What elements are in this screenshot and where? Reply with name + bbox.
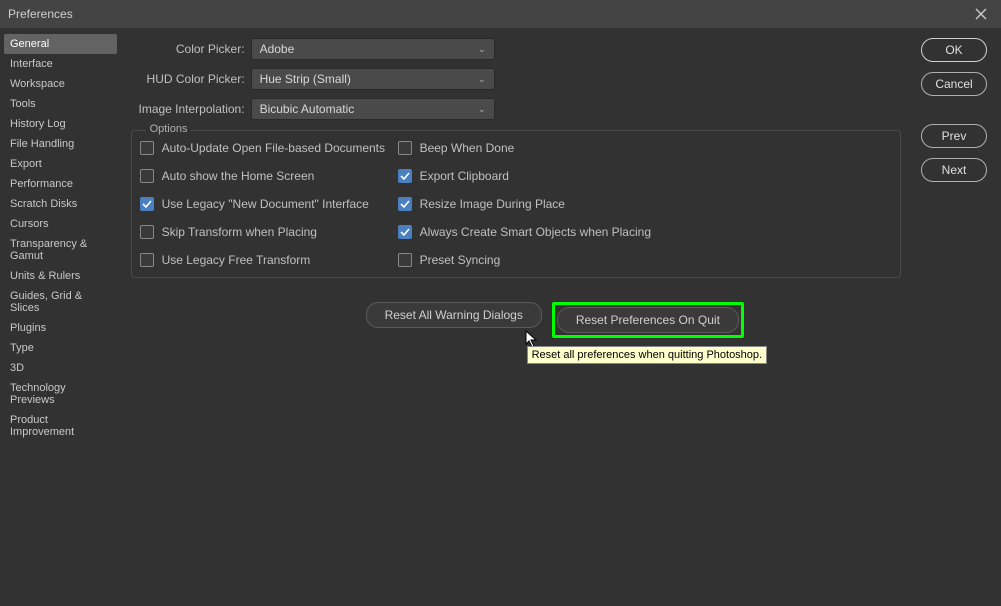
chk-smart-objects-placing[interactable]: [398, 225, 412, 239]
color-picker-label: Color Picker:: [131, 42, 251, 56]
sidebar-item-plugins[interactable]: Plugins: [4, 318, 117, 338]
chk-beep-done-label: Beep When Done: [420, 141, 515, 155]
window-title: Preferences: [8, 7, 73, 21]
chk-legacy-free-transform-label: Use Legacy Free Transform: [162, 253, 311, 267]
chk-smart-objects-placing-label: Always Create Smart Objects when Placing: [420, 225, 651, 239]
reset-prefs-button[interactable]: Reset Preferences On Quit: [557, 307, 739, 333]
sidebar-item-performance[interactable]: Performance: [4, 174, 117, 194]
chk-preset-syncing[interactable]: [398, 253, 412, 267]
chk-legacy-new-doc[interactable]: [140, 197, 154, 211]
close-icon: [975, 8, 987, 20]
sidebar-item-workspace[interactable]: Workspace: [4, 74, 117, 94]
sidebar-item-technology-previews[interactable]: Technology Previews: [4, 378, 117, 410]
sidebar-item-export[interactable]: Export: [4, 154, 117, 174]
sidebar-item-transparency-gamut[interactable]: Transparency & Gamut: [4, 234, 117, 266]
prev-button[interactable]: Prev: [921, 124, 987, 148]
hud-color-picker-label: HUD Color Picker:: [131, 72, 251, 86]
image-interpolation-value: Bicubic Automatic: [260, 102, 355, 116]
sidebar-item-cursors[interactable]: Cursors: [4, 214, 117, 234]
image-interpolation-dropdown[interactable]: Bicubic Automatic ⌄: [251, 98, 495, 120]
image-interpolation-label: Image Interpolation:: [131, 102, 251, 116]
sidebar-item-history-log[interactable]: History Log: [4, 114, 117, 134]
chevron-down-icon: ⌄: [478, 44, 486, 55]
ok-button[interactable]: OK: [921, 38, 987, 62]
chevron-down-icon: ⌄: [478, 104, 486, 115]
sidebar-item-units-rulers[interactable]: Units & Rulers: [4, 266, 117, 286]
check-icon: [400, 227, 410, 237]
hud-color-picker-dropdown[interactable]: Hue Strip (Small) ⌄: [251, 68, 495, 90]
check-icon: [400, 171, 410, 181]
content-pane: Color Picker: Adobe ⌄ HUD Color Picker: …: [121, 28, 901, 606]
sidebar-item-general[interactable]: General: [4, 34, 117, 54]
chk-auto-show-home-label: Auto show the Home Screen: [162, 169, 315, 183]
options-legend: Options: [146, 123, 192, 135]
chk-resize-during-place-label: Resize Image During Place: [420, 197, 565, 211]
sidebar-item-3d[interactable]: 3D: [4, 358, 117, 378]
chk-preset-syncing-label: Preset Syncing: [420, 253, 501, 267]
sidebar-item-scratch-disks[interactable]: Scratch Disks: [4, 194, 117, 214]
chevron-down-icon: ⌄: [478, 74, 486, 85]
sidebar: General Interface Workspace Tools Histor…: [0, 28, 121, 606]
cancel-button[interactable]: Cancel: [921, 72, 987, 96]
chk-legacy-free-transform[interactable]: [140, 253, 154, 267]
chk-skip-transform[interactable]: [140, 225, 154, 239]
chk-auto-show-home[interactable]: [140, 169, 154, 183]
chk-beep-done[interactable]: [398, 141, 412, 155]
chk-legacy-new-doc-label: Use Legacy "New Document" Interface: [162, 197, 369, 211]
check-icon: [400, 199, 410, 209]
check-icon: [142, 199, 152, 209]
close-button[interactable]: [969, 3, 993, 25]
titlebar: Preferences: [0, 0, 1001, 28]
color-picker-dropdown[interactable]: Adobe ⌄: [251, 38, 495, 60]
dialog-button-panel: OK Cancel Prev Next: [901, 28, 1001, 606]
sidebar-item-guides-grid-slices[interactable]: Guides, Grid & Slices: [4, 286, 117, 318]
chk-export-clipboard-label: Export Clipboard: [420, 169, 509, 183]
sidebar-item-type[interactable]: Type: [4, 338, 117, 358]
sidebar-item-tools[interactable]: Tools: [4, 94, 117, 114]
chk-export-clipboard[interactable]: [398, 169, 412, 183]
options-group: Options Auto-Update Open File-based Docu…: [131, 130, 901, 278]
next-button[interactable]: Next: [921, 158, 987, 182]
color-picker-value: Adobe: [260, 42, 295, 56]
highlight-box: Reset Preferences On Quit: [552, 302, 744, 338]
sidebar-item-product-improvement[interactable]: Product Improvement: [4, 410, 117, 442]
hud-color-picker-value: Hue Strip (Small): [260, 72, 351, 86]
sidebar-item-file-handling[interactable]: File Handling: [4, 134, 117, 154]
tooltip: Reset all preferences when quitting Phot…: [527, 346, 768, 364]
sidebar-item-interface[interactable]: Interface: [4, 54, 117, 74]
chk-auto-update-docs-label: Auto-Update Open File-based Documents: [162, 141, 385, 155]
chk-skip-transform-label: Skip Transform when Placing: [162, 225, 317, 239]
reset-warnings-button[interactable]: Reset All Warning Dialogs: [366, 302, 542, 328]
chk-resize-during-place[interactable]: [398, 197, 412, 211]
chk-auto-update-docs[interactable]: [140, 141, 154, 155]
